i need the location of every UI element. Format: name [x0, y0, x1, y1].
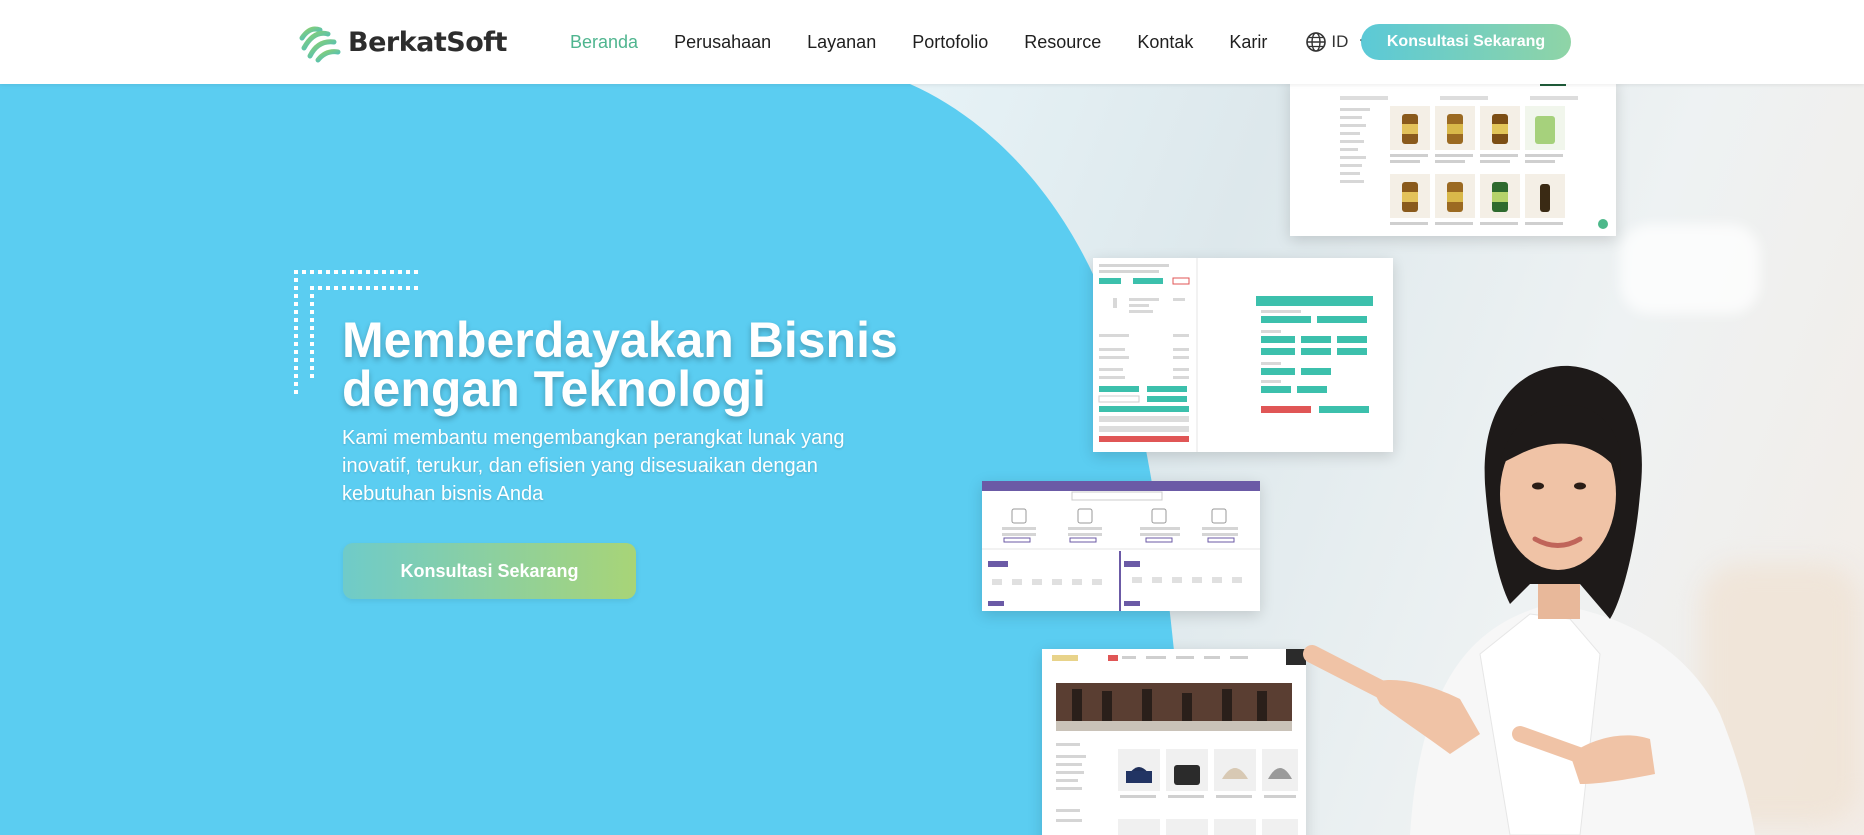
hero-subtitle: Kami membantu mengembangkan perangkat lu…	[342, 427, 845, 505]
brand-logo[interactable]: BerkatSoft	[296, 20, 507, 64]
top-navbar: BerkatSoft Beranda Perusahaan Layanan Po…	[0, 0, 1864, 84]
nav-item-resource[interactable]: Resource	[1024, 32, 1101, 53]
logo-mark-icon	[299, 26, 341, 63]
portfolio-screenshot-ecommerce	[1290, 84, 1616, 236]
nav-item-karir[interactable]: Karir	[1229, 32, 1267, 53]
main-menu: Beranda Perusahaan Layanan Portofolio Re…	[570, 0, 1372, 84]
portfolio-screenshot-erp	[982, 481, 1260, 611]
nav-item-kontak[interactable]: Kontak	[1137, 32, 1193, 53]
brand-name: BerkatSoft	[348, 26, 507, 58]
hero-title: Memberdayakan Bisnis dengan Teknologi	[342, 312, 898, 417]
nav-item-portofolio[interactable]: Portofolio	[912, 32, 988, 53]
hero-section: Memberdayakan Bisnis dengan Teknologi Ka…	[0, 84, 1864, 835]
hero-consultation-button[interactable]: Konsultasi Sekarang	[343, 543, 636, 599]
portfolio-screenshot-fashion-store	[1042, 649, 1306, 835]
globe-icon	[1306, 32, 1327, 52]
language-label: ID	[1331, 32, 1349, 51]
nav-item-layanan[interactable]: Layanan	[807, 32, 876, 53]
nav-item-perusahaan[interactable]: Perusahaan	[674, 32, 771, 53]
nav-consultation-button[interactable]: Konsultasi Sekarang	[1361, 24, 1571, 60]
nav-item-beranda[interactable]: Beranda	[570, 32, 638, 53]
smiling-woman-pointing-image	[1303, 365, 1755, 835]
